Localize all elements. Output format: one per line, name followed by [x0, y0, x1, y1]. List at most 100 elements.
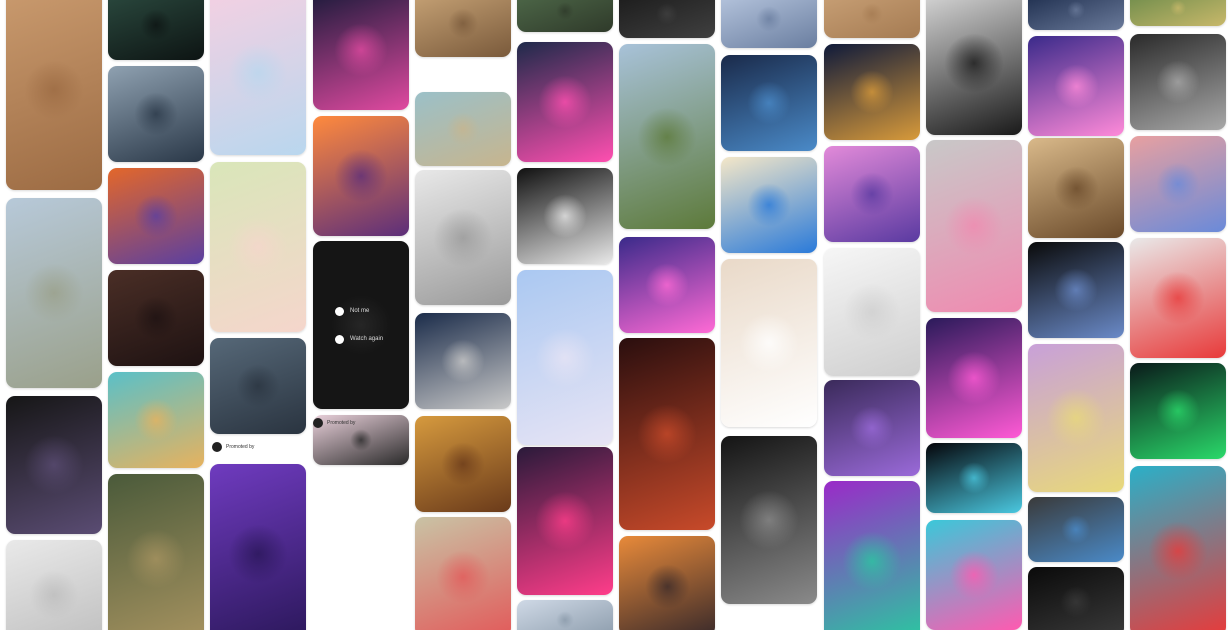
pin-image-subject — [944, 196, 1004, 256]
pin-card[interactable] — [1130, 136, 1226, 232]
pin-card[interactable]: Not me Watch again — [313, 241, 409, 409]
pin-card[interactable] — [1130, 0, 1226, 26]
pin-image-subject — [543, 194, 587, 238]
pin-card[interactable] — [517, 168, 613, 264]
pin-image-subject — [958, 462, 990, 494]
pin-card[interactable] — [824, 380, 920, 476]
pin-card[interactable] — [210, 162, 306, 332]
pin-card[interactable] — [210, 338, 306, 434]
pin-card[interactable] — [824, 481, 920, 630]
pin-card[interactable] — [1028, 242, 1124, 338]
pin-image-subject — [228, 217, 288, 277]
pin-grid: Not me Watch again Promoted by Promoted by — [0, 0, 1230, 630]
pin-card[interactable] — [721, 157, 817, 253]
pin-image-subject — [1054, 268, 1098, 312]
pin-card[interactable] — [415, 0, 511, 57]
pin-image-subject — [24, 263, 84, 323]
pin-card[interactable] — [1028, 0, 1124, 30]
pin-card[interactable] — [108, 0, 204, 60]
pin-card[interactable] — [824, 0, 920, 38]
pin-username: Promoted by — [327, 420, 356, 426]
pin-card[interactable] — [210, 0, 306, 155]
pin-card[interactable] — [619, 0, 715, 38]
radio-icon — [335, 334, 344, 344]
pin-image-subject — [555, 1, 575, 21]
menu-item-watch-again[interactable]: Watch again — [331, 329, 399, 349]
pin-card[interactable] — [517, 42, 613, 162]
pin-image-subject — [1156, 389, 1200, 433]
pin-card[interactable] — [6, 0, 102, 190]
pin-image-subject — [1053, 63, 1099, 109]
pin-image-subject — [228, 42, 288, 103]
pin-image-subject — [538, 75, 592, 129]
pin-card[interactable] — [619, 338, 715, 530]
pin-image-subject — [947, 351, 1001, 405]
pin-card[interactable] — [415, 517, 511, 630]
pin-username: Promoted by — [226, 444, 255, 450]
pin-card[interactable] — [926, 443, 1022, 513]
pin-image-subject — [1148, 521, 1208, 581]
pin-image-subject — [433, 207, 493, 268]
pin-card[interactable] — [210, 464, 306, 630]
pin-card[interactable] — [1028, 344, 1124, 492]
pin-card[interactable] — [926, 140, 1022, 312]
pin-image-subject — [1156, 60, 1200, 104]
pin-card[interactable] — [1130, 34, 1226, 130]
pin-card[interactable] — [824, 146, 920, 242]
pin-card[interactable] — [926, 318, 1022, 438]
pin-card[interactable] — [6, 540, 102, 630]
pin-card[interactable] — [415, 170, 511, 305]
pin-card[interactable] — [108, 270, 204, 366]
pin-card[interactable] — [1028, 497, 1124, 562]
pin-card[interactable] — [517, 270, 613, 445]
pin-image-subject — [1060, 586, 1092, 618]
pin-card[interactable] — [926, 0, 1022, 135]
pin-card[interactable] — [619, 237, 715, 333]
pin-image-subject — [126, 529, 186, 589]
pin-card[interactable] — [313, 116, 409, 236]
menu-item-not-me[interactable]: Not me — [331, 301, 399, 321]
pin-card[interactable] — [721, 55, 817, 151]
pin-card[interactable] — [1130, 238, 1226, 358]
pin-card[interactable] — [415, 416, 511, 512]
pin-card[interactable] — [619, 536, 715, 630]
pin-image-subject — [861, 3, 883, 25]
pin-footer[interactable]: Promoted by — [313, 412, 409, 434]
pin-card[interactable] — [1028, 138, 1124, 238]
pin-card[interactable] — [1028, 567, 1124, 630]
pin-card[interactable] — [517, 600, 613, 630]
pin-image-subject — [134, 92, 178, 136]
pin-card[interactable] — [1028, 36, 1124, 136]
pin-image-subject — [1067, 1, 1085, 19]
pin-card[interactable] — [619, 44, 715, 229]
pin-card[interactable] — [6, 198, 102, 388]
pin-card[interactable] — [6, 396, 102, 534]
pin-card[interactable] — [721, 259, 817, 427]
pin-card[interactable] — [824, 44, 920, 140]
pin-image-subject — [1151, 271, 1205, 325]
pin-card[interactable] — [517, 447, 613, 595]
pin-image-subject — [24, 435, 84, 495]
pin-card[interactable] — [108, 474, 204, 630]
pin-card[interactable] — [313, 0, 409, 110]
pin-card[interactable] — [108, 372, 204, 468]
pin-image-subject — [850, 70, 894, 114]
pin-card[interactable] — [721, 436, 817, 604]
pin-card[interactable] — [108, 168, 204, 264]
pin-card[interactable] — [415, 92, 511, 166]
pin-card[interactable] — [1130, 363, 1226, 459]
pin-image-subject — [1046, 388, 1106, 448]
pin-footer[interactable]: Promoted by — [212, 436, 308, 458]
pin-card[interactable] — [517, 0, 613, 32]
pin-card[interactable] — [415, 313, 511, 409]
pin-image-subject — [446, 112, 480, 146]
pin-card[interactable] — [1130, 466, 1226, 630]
pin-image-subject — [755, 5, 783, 33]
pin-card[interactable] — [721, 0, 817, 48]
pin-card[interactable] — [108, 66, 204, 162]
pin-card[interactable] — [926, 520, 1022, 630]
pin-image-subject — [637, 106, 697, 167]
pin-card[interactable] — [824, 248, 920, 376]
pin-image-subject — [334, 149, 388, 203]
pin-image-subject — [843, 283, 901, 341]
